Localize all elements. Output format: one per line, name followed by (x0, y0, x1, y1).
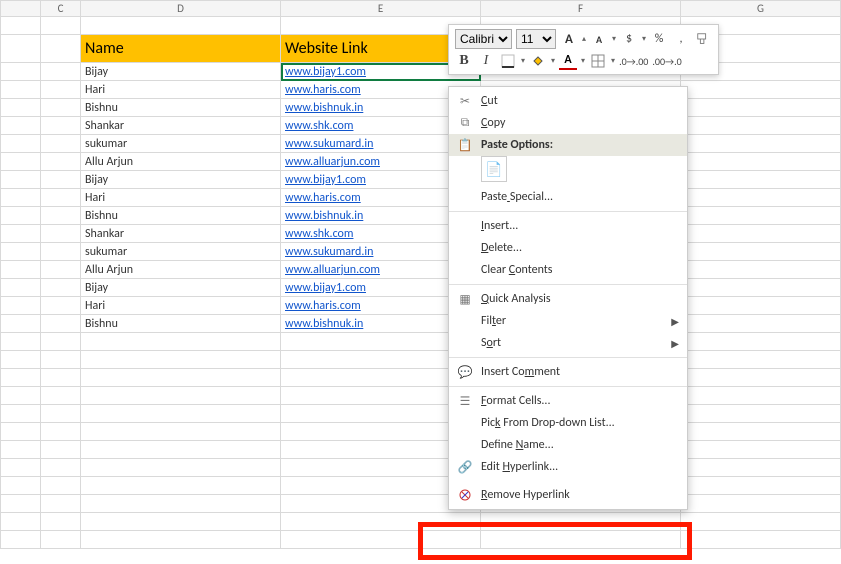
clipboard-icon: 📋 (455, 138, 475, 153)
table-row[interactable]: sukumar www.sukumard.in (1, 135, 841, 153)
cell-name[interactable]: Allu Arjun (81, 261, 281, 279)
spreadsheet-grid[interactable]: C D E F G NameWebsite LinkBijaywww.bijay… (0, 0, 841, 549)
hyperlink[interactable]: www.shk.com (285, 227, 353, 241)
hyperlink[interactable]: www.haris.com (285, 299, 361, 313)
hyperlink[interactable]: www.bijay1.com (285, 281, 366, 295)
cell-name[interactable]: Bishnu (81, 315, 281, 333)
table-row[interactable]: Allu Arjun www.alluarjun.com (1, 153, 841, 171)
hyperlink[interactable]: www.alluarjun.com (285, 263, 380, 277)
cell-name[interactable]: Shankar (81, 225, 281, 243)
paste-icon: 📄 (481, 156, 507, 182)
hyperlink[interactable]: www.shk.com (285, 119, 353, 133)
ctx-cut[interactable]: ✂ Cut (449, 90, 687, 112)
col-header-f[interactable]: F (481, 1, 681, 17)
remove-hyperlink-icon (455, 488, 475, 502)
hyperlink[interactable]: www.sukumard.in (285, 245, 373, 259)
context-menu: ✂ Cut ⧉ Copy 📋 Paste Options: 📄 Paste Sp… (448, 86, 688, 510)
cell-name[interactable]: Bishnu (81, 99, 281, 117)
border-bottom-icon[interactable] (499, 52, 517, 70)
cell-name[interactable]: Bishnu (81, 207, 281, 225)
shrink-font-button[interactable]: A (590, 30, 608, 48)
ctx-clear-contents[interactable]: Clear Contents (449, 259, 687, 281)
col-header-g[interactable]: G (681, 1, 841, 17)
hyperlink[interactable]: www.bishnuk.in (285, 101, 363, 115)
cell-name[interactable]: Bijay (81, 279, 281, 297)
hyperlink[interactable]: www.haris.com (285, 83, 361, 97)
ctx-pick-dropdown[interactable]: Pick From Drop-down List... (449, 412, 687, 434)
italic-button[interactable]: I (477, 52, 495, 70)
font-name-select[interactable]: Calibri (455, 29, 512, 49)
cell-name[interactable]: Hari (81, 81, 281, 99)
ctx-filter[interactable]: Filter ▶ (449, 310, 687, 332)
col-header-e[interactable]: E (281, 1, 481, 17)
hyperlink[interactable]: www.bishnuk.in (285, 209, 363, 223)
mini-toolbar: Calibri 11 A▴ A▾ $▾ % , B I ▾ ▾ A▾ ▾ .0→… (448, 24, 719, 75)
cell-name[interactable]: Shankar (81, 117, 281, 135)
font-size-select[interactable]: 11 (516, 29, 556, 49)
ctx-define-name[interactable]: Define Name... (449, 434, 687, 456)
bold-button[interactable]: B (455, 52, 473, 70)
decrease-decimal-icon[interactable]: .00→.0 (652, 52, 681, 70)
submenu-arrow-icon: ▶ (671, 315, 679, 328)
cell-name[interactable]: sukumar (81, 243, 281, 261)
grow-font-button[interactable]: A (560, 30, 578, 48)
format-cells-icon: ☰ (455, 394, 475, 409)
column-header-row[interactable]: C D E F G (1, 1, 841, 17)
cell-name[interactable]: Hari (81, 297, 281, 315)
submenu-arrow-icon: ▶ (671, 337, 679, 350)
increase-decimal-icon[interactable]: .0→.00 (619, 52, 648, 70)
currency-button[interactable]: $ (620, 30, 638, 48)
ctx-sort[interactable]: Sort ▶ (449, 332, 687, 354)
table-row[interactable]: Bishnu www.bishnuk.in (1, 207, 841, 225)
table-row[interactable]: Bijay www.bijay1.com (1, 171, 841, 189)
hyperlink[interactable]: www.bijay1.com (285, 173, 366, 187)
scissors-icon: ✂ (455, 94, 475, 109)
percent-button[interactable]: % (650, 30, 668, 48)
header-name[interactable]: Name (81, 35, 281, 63)
paste-option-keep-source[interactable]: 📄 (481, 156, 687, 182)
fill-color-button[interactable] (529, 52, 547, 70)
ctx-format-cells[interactable]: ☰ Format Cells... (449, 390, 687, 412)
table-row[interactable]: Hari www.haris.com (1, 297, 841, 315)
cell-name[interactable]: Hari (81, 189, 281, 207)
table-row[interactable]: Bijay www.bijay1.com (1, 279, 841, 297)
comment-icon: 💬 (455, 365, 475, 380)
hyperlink[interactable]: www.sukumard.in (285, 137, 373, 151)
ctx-edit-hyperlink[interactable]: 🔗 Edit Hyperlink... (449, 456, 687, 478)
hyperlink-icon: 🔗 (455, 460, 475, 475)
cell-name[interactable]: Bijay (81, 171, 281, 189)
ctx-paste-options: 📋 Paste Options: (449, 134, 687, 156)
hyperlink[interactable]: www.bijay1.com (285, 65, 366, 79)
table-row[interactable]: Bishnu www.bishnuk.in (1, 315, 841, 333)
col-header-d[interactable]: D (81, 1, 281, 17)
ctx-insert[interactable]: Insert... (449, 215, 687, 237)
table-row[interactable]: Hari www.haris.com (1, 189, 841, 207)
hyperlink[interactable]: www.haris.com (285, 191, 361, 205)
ctx-copy[interactable]: ⧉ Copy (449, 112, 687, 134)
format-painter-icon[interactable] (694, 30, 712, 48)
copy-icon: ⧉ (455, 116, 475, 130)
table-row[interactable]: Bishnu www.bishnuk.in (1, 99, 841, 117)
table-row[interactable]: Shankar www.shk.com (1, 117, 841, 135)
comma-button[interactable]: , (672, 30, 690, 48)
col-header-c[interactable]: C (41, 1, 81, 17)
hyperlink[interactable]: www.alluarjun.com (285, 155, 380, 169)
cell-name[interactable]: sukumar (81, 135, 281, 153)
hyperlink[interactable]: www.bishnuk.in (285, 317, 363, 331)
ctx-remove-hyperlink[interactable]: Remove Hyperlink (449, 484, 687, 506)
table-row[interactable]: Hari www.haris.com (1, 81, 841, 99)
ctx-paste-special[interactable]: Paste Special... (449, 186, 687, 208)
cell-name[interactable]: Allu Arjun (81, 153, 281, 171)
cell-name[interactable]: Bijay (81, 63, 281, 81)
table-row[interactable]: sukumar www.sukumard.in (1, 243, 841, 261)
ctx-insert-comment[interactable]: 💬 Insert Comment (449, 361, 687, 383)
quick-analysis-icon: ▦ (455, 292, 475, 307)
table-row[interactable]: Shankar www.shk.com (1, 225, 841, 243)
font-color-button[interactable]: A (559, 52, 577, 70)
ctx-quick-analysis[interactable]: ▦ Quick Analysis (449, 288, 687, 310)
ctx-delete[interactable]: Delete... (449, 237, 687, 259)
table-row[interactable]: Allu Arjun www.alluarjun.com (1, 261, 841, 279)
borders-icon[interactable] (589, 52, 607, 70)
